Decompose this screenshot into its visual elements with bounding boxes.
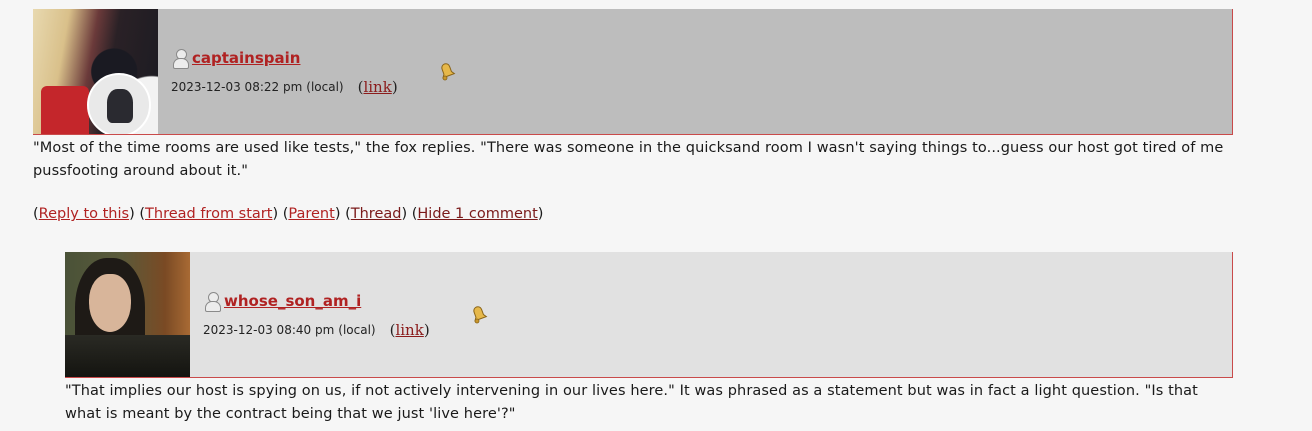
comment-meta: whose_son_am_i 2023-12-03 08:40 pm (loca… — [190, 252, 488, 377]
userpic-captainspain[interactable] — [33, 9, 158, 134]
comment-header: captainspain 2023-12-03 08:22 pm (local)… — [33, 9, 1233, 135]
parent-link[interactable]: Parent — [288, 206, 334, 222]
user-icon[interactable] — [171, 48, 189, 69]
thread-link[interactable]: Thread — [351, 206, 402, 222]
comment-date: 2023-12-03 08:22 pm — [171, 79, 303, 94]
permalink[interactable]: link — [395, 321, 423, 339]
timezone-label: (local) — [338, 322, 376, 337]
permalink[interactable]: link — [363, 78, 391, 96]
user-icon[interactable] — [203, 291, 221, 312]
comment-header: whose_son_am_i 2023-12-03 08:40 pm (loca… — [65, 252, 1233, 378]
hide-comments-link[interactable]: Hide 1 comment — [417, 206, 537, 222]
timezone-label: (local) — [306, 79, 344, 94]
username-link[interactable]: whose_son_am_i — [224, 292, 361, 310]
userpic-whose-son-am-i[interactable] — [65, 252, 190, 377]
comment-actions: (Reply to this) (Thread from start) (Par… — [33, 206, 544, 222]
thread-from-start-link[interactable]: Thread from start — [145, 206, 272, 222]
comment-body: "That implies our host is spying on us, … — [65, 383, 1198, 422]
comment-date: 2023-12-03 08:40 pm — [203, 322, 335, 337]
bell-icon[interactable] — [470, 304, 488, 324]
comment-captainspain: captainspain 2023-12-03 08:22 pm (local)… — [33, 9, 1233, 222]
bell-icon[interactable] — [438, 61, 456, 81]
link-close-paren: ) — [391, 77, 398, 96]
comment-whose-son-am-i: whose_son_am_i 2023-12-03 08:40 pm (loca… — [65, 252, 1233, 426]
link-close-paren: ) — [423, 320, 430, 339]
comment-meta: captainspain 2023-12-03 08:22 pm (local)… — [158, 9, 456, 134]
username-link[interactable]: captainspain — [192, 49, 300, 67]
reply-link[interactable]: Reply to this — [39, 206, 129, 222]
comment-body: "Most of the time rooms are used like te… — [33, 140, 1224, 179]
